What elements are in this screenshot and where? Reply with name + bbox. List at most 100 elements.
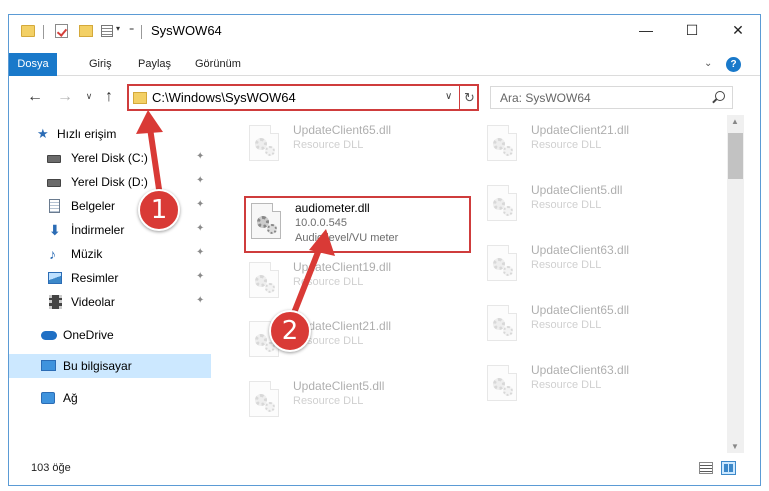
customize-toolbar-icon[interactable]: ₌ — [129, 23, 134, 34]
sidebar-item-downloads[interactable]: ⬇ İndirmeler ✦ — [9, 218, 211, 242]
close-button[interactable]: ✕ — [715, 15, 760, 45]
dll-file-icon — [487, 305, 517, 341]
file-item[interactable]: UpdateClient65.dll Resource DLL — [249, 123, 479, 167]
sidebar-item-local-disk-d[interactable]: Yerel Disk (D:) ✦ — [9, 170, 211, 194]
sidebar-item-label: Müzik — [71, 247, 103, 261]
navigation-bar: ← → ∨ ↑ C:\Windows\SysWOW64 ∨ ↻ Ara: Sys… — [9, 81, 760, 113]
file-name: UpdateClient19.dll — [293, 260, 392, 274]
star-icon: ★ — [37, 126, 49, 141]
new-folder-icon[interactable] — [79, 25, 93, 37]
expand-ribbon-icon[interactable]: ⌄ — [704, 58, 712, 69]
scroll-down-icon[interactable]: ▼ — [731, 442, 739, 451]
documents-icon — [49, 199, 60, 213]
drive-icon — [47, 155, 61, 163]
tab-share[interactable]: Paylaş — [138, 53, 171, 76]
pin-icon[interactable]: ✦ — [196, 295, 204, 306]
maximize-button[interactable]: ☐ — [669, 15, 715, 45]
tab-file[interactable]: Dosya — [9, 53, 57, 76]
highlighted-file-item[interactable]: audiometer.dll 10.0.0.545 Audio level/VU… — [244, 196, 471, 253]
pin-icon[interactable]: ✦ — [196, 223, 204, 234]
file-item[interactable]: UpdateClient21.dll Resource DLL — [487, 123, 717, 167]
downloads-icon: ⬇ — [49, 222, 61, 238]
sidebar-item-label: Hızlı erişim — [57, 127, 117, 141]
file-item[interactable]: UpdateClient19.dll Resource DLL — [249, 260, 479, 304]
file-item-audiometer[interactable]: audiometer.dll 10.0.0.545 Audio level/VU… — [251, 201, 481, 245]
qa-dropdown-icon[interactable]: ▾ — [116, 24, 120, 33]
step-1-badge: 1 — [138, 189, 180, 231]
sidebar-item-videos[interactable]: Videolar ✦ — [9, 290, 211, 314]
folder-icon — [133, 92, 147, 104]
details-view-icon[interactable] — [699, 462, 713, 474]
file-name: UpdateClient5.dll — [531, 183, 623, 197]
sidebar-item-quick-access[interactable]: ★ Hızlı erişim — [9, 122, 211, 146]
folder-icon[interactable] — [21, 25, 35, 37]
sidebar-item-label: İndirmeler — [71, 223, 125, 237]
search-placeholder: Ara: SysWOW64 — [500, 91, 591, 105]
scroll-up-icon[interactable]: ▲ — [731, 117, 739, 126]
properties-check-icon[interactable] — [55, 24, 68, 38]
sidebar-item-label: Videolar — [71, 295, 115, 309]
sidebar-item-documents[interactable]: Belgeler ✦ — [9, 194, 211, 218]
sidebar-item-pictures[interactable]: Resimler ✦ — [9, 266, 211, 290]
file-description: Resource DLL — [531, 259, 602, 271]
up-button[interactable]: ↑ — [99, 88, 119, 106]
scroll-thumb[interactable] — [728, 133, 743, 179]
sidebar-item-label: Yerel Disk (C:) — [71, 151, 148, 165]
minimize-button[interactable]: — — [623, 15, 669, 45]
sidebar-item-label: Ağ — [63, 391, 78, 405]
recent-locations-icon[interactable]: ∨ — [79, 91, 99, 102]
sidebar-item-music[interactable]: ♪ Müzik ✦ — [9, 242, 211, 266]
file-item[interactable]: UpdateClient5.dll Resource DLL — [487, 183, 717, 227]
file-description: Resource DLL — [293, 276, 364, 288]
file-name: UpdateClient65.dll — [531, 303, 630, 317]
file-description: Resource DLL — [531, 199, 602, 211]
dll-file-icon — [249, 125, 279, 161]
window-title: SysWOW64 — [151, 23, 222, 38]
file-list: UpdateClient65.dll Resource DLL audiomet… — [219, 115, 727, 453]
help-icon[interactable]: ? — [726, 57, 741, 72]
sidebar-item-this-pc[interactable]: Bu bilgisayar — [9, 354, 211, 378]
pin-icon[interactable]: ✦ — [196, 175, 204, 186]
pin-icon[interactable]: ✦ — [196, 247, 204, 258]
pin-icon[interactable]: ✦ — [196, 199, 204, 210]
sidebar-item-onedrive[interactable]: OneDrive — [9, 323, 211, 347]
sidebar-item-network[interactable]: Ağ — [9, 386, 211, 410]
file-item[interactable]: UpdateClient63.dll Resource DLL — [487, 243, 717, 287]
address-path[interactable]: C:\Windows\SysWOW64 — [152, 90, 296, 105]
this-pc-icon — [41, 360, 56, 371]
dll-file-icon — [249, 381, 279, 417]
file-description: Resource DLL — [293, 139, 364, 151]
dll-file-icon — [251, 203, 281, 239]
dll-file-icon — [249, 262, 279, 298]
back-button[interactable]: ← — [25, 88, 45, 106]
file-item[interactable]: UpdateClient65.dll Resource DLL — [487, 303, 717, 347]
vertical-scrollbar[interactable]: ▲ ▼ — [727, 115, 744, 453]
forward-button[interactable]: → — [55, 88, 75, 106]
search-icon[interactable] — [715, 91, 725, 101]
pictures-icon — [48, 272, 62, 284]
file-item[interactable]: UpdateClient5.dll Resource DLL — [249, 379, 479, 423]
properties-icon[interactable] — [101, 25, 113, 37]
file-name: UpdateClient5.dll — [293, 379, 385, 393]
tiles-view-icon[interactable] — [721, 461, 736, 475]
refresh-button[interactable]: ↻ — [459, 86, 479, 109]
pin-icon[interactable]: ✦ — [196, 151, 204, 162]
ribbon: Dosya Giriş Paylaş Görünüm ⌄ ? — [9, 46, 760, 76]
sidebar-item-label: Belgeler — [71, 199, 116, 213]
status-bar: 103 öğe — [9, 453, 760, 485]
sidebar-item-label: Yerel Disk (D:) — [71, 175, 148, 189]
drive-icon — [47, 179, 61, 187]
address-bar[interactable]: C:\Windows\SysWOW64 ∨ ↻ — [127, 84, 479, 111]
tab-view[interactable]: Görünüm — [195, 53, 241, 76]
sidebar-item-local-disk-c[interactable]: Yerel Disk (C:) ✦ — [9, 146, 211, 170]
item-count: 103 öğe — [31, 462, 71, 474]
search-input[interactable]: Ara: SysWOW64 — [490, 86, 733, 109]
pin-icon[interactable]: ✦ — [196, 271, 204, 282]
file-name: UpdateClient63.dll — [531, 243, 630, 257]
tab-home[interactable]: Giriş — [89, 53, 112, 76]
sidebar-item-label: Bu bilgisayar — [63, 359, 132, 373]
network-icon — [41, 392, 55, 404]
address-dropdown-icon[interactable]: ∨ — [445, 91, 452, 102]
toolbar-separator — [141, 25, 142, 39]
file-item[interactable]: UpdateClient63.dll Resource DLL — [487, 363, 717, 407]
